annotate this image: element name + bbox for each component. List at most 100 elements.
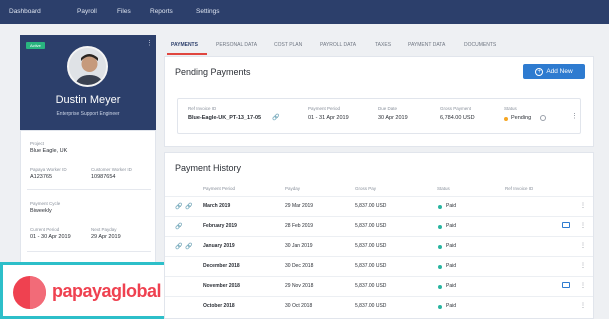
row-gross: 5,837.00 USD bbox=[355, 243, 387, 249]
row-menu-icon[interactable]: ⋮ bbox=[580, 302, 586, 309]
table-row[interactable]: October 2018 30 Oct 2018 5,837.00 USD Paid ⋮ bbox=[165, 296, 593, 316]
paid-dot-icon bbox=[438, 305, 442, 309]
table-row[interactable]: 🔗 February 2019 28 Feb 2019 5,837.00 USD Pai… bbox=[165, 216, 593, 236]
divider bbox=[27, 189, 151, 190]
link-icon[interactable]: 🔗 bbox=[272, 114, 279, 121]
link-icon[interactable]: 🔗 bbox=[175, 223, 182, 230]
row-payday: 30 Jan 2019 bbox=[285, 243, 313, 249]
nav-dashboard[interactable]: Dashboard bbox=[9, 8, 41, 15]
current-period-label: Current Period bbox=[30, 227, 60, 232]
papaya-logo-icon bbox=[13, 276, 46, 309]
customer-id-label: Customer Worker ID bbox=[91, 167, 132, 172]
header-gross: Gross Pay bbox=[355, 186, 377, 191]
row-menu-icon[interactable]: ⋮ bbox=[580, 282, 586, 289]
paid-dot-icon bbox=[438, 205, 442, 209]
row-gross: 5,837.00 USD bbox=[355, 303, 387, 309]
period-label: Payment Period bbox=[308, 106, 341, 111]
next-payday-value: 29 Apr 2019 bbox=[91, 234, 121, 240]
row-menu-icon[interactable]: ⋮ bbox=[580, 262, 586, 269]
tab-payments[interactable]: PAYMENTS bbox=[171, 42, 198, 48]
tab-personal-data[interactable]: PERSONAL DATA bbox=[216, 42, 257, 48]
link-icon[interactable]: 🔗 bbox=[185, 203, 192, 210]
row-status: Paid bbox=[446, 223, 457, 229]
row-menu-icon[interactable]: ⋮ bbox=[580, 202, 586, 209]
profile-name: Dustin Meyer bbox=[55, 94, 121, 106]
table-row[interactable]: 🔗 🔗 March 2019 29 Mar 2019 5,837.00 USD Paid ⋮ bbox=[165, 196, 593, 216]
profile-menu-icon[interactable]: ⋮ bbox=[146, 39, 153, 47]
plus-icon: + bbox=[535, 67, 544, 76]
paid-dot-icon bbox=[438, 245, 442, 249]
link-icon[interactable]: 🔗 bbox=[175, 243, 182, 250]
current-period-value: 01 - 30 Apr 2019 bbox=[30, 234, 71, 240]
link-icon[interactable]: 🔗 bbox=[185, 243, 192, 250]
row-status: Paid bbox=[446, 243, 457, 249]
papaya-id-value: A123765 bbox=[30, 174, 53, 180]
add-new-button[interactable]: + Add New bbox=[523, 64, 585, 79]
row-period: March 2019 bbox=[203, 203, 231, 209]
row-gross: 5,837.00 USD bbox=[355, 203, 387, 209]
link-icon[interactable]: 🔗 bbox=[175, 203, 182, 210]
paid-dot-icon bbox=[438, 265, 442, 269]
pending-title: Pending Payments bbox=[175, 67, 251, 77]
papaya-id-label: Papaya Worker ID bbox=[30, 167, 67, 172]
row-payday: 29 Nov 2018 bbox=[285, 283, 314, 289]
tab-cost-plan[interactable]: COST PLAN bbox=[274, 42, 302, 48]
brand-logo-text: papayaglobal bbox=[52, 281, 162, 301]
due-label: Due Date bbox=[378, 106, 398, 111]
pending-dot-icon bbox=[504, 117, 508, 121]
info-icon[interactable] bbox=[540, 115, 546, 121]
tab-payment-data[interactable]: PAYMENT DATA bbox=[408, 42, 445, 48]
nav-payroll[interactable]: Payroll bbox=[77, 8, 97, 15]
row-payday: 30 Dec 2018 bbox=[285, 263, 314, 269]
nav-settings[interactable]: Settings bbox=[196, 8, 220, 15]
ref-label: Ref Invoice ID bbox=[188, 106, 217, 111]
payment-history-panel: Payment History Payment Period Payday Gr… bbox=[164, 152, 594, 319]
cycle-value: Biweekly bbox=[30, 208, 52, 214]
tab-documents[interactable]: DOCUMENTS bbox=[464, 42, 496, 48]
header-payday: Payday bbox=[285, 186, 301, 191]
add-new-label: Add New bbox=[546, 68, 573, 75]
cycle-label: Payment Cycle bbox=[30, 201, 61, 206]
row-period: February 2019 bbox=[203, 223, 237, 229]
nav-reports[interactable]: Reports bbox=[150, 8, 173, 15]
header-period: Payment Period bbox=[203, 186, 236, 191]
active-tab-indicator bbox=[167, 53, 207, 55]
history-title: Payment History bbox=[175, 163, 242, 173]
row-menu-icon[interactable]: ⋮ bbox=[580, 222, 586, 229]
header-status: Status bbox=[437, 186, 450, 191]
row-payday: 28 Feb 2019 bbox=[285, 223, 314, 229]
tab-taxes[interactable]: TAXES bbox=[375, 42, 391, 48]
ref-value[interactable]: Blue-Eagle-UK_PT-13_17-05 bbox=[188, 115, 261, 121]
row-status: Paid bbox=[446, 263, 457, 269]
row-period: January 2019 bbox=[203, 243, 235, 249]
nav-files[interactable]: Files bbox=[117, 8, 131, 15]
table-row[interactable]: December 2018 30 Dec 2018 5,837.00 USD Paid… bbox=[165, 256, 593, 276]
status-label: Status bbox=[504, 106, 517, 111]
tab-bar: PAYMENTS PERSONAL DATA COST PLAN PAYROLL… bbox=[164, 35, 594, 55]
period-value: 01 - 31 Apr 2019 bbox=[308, 115, 349, 121]
status-value: Pending bbox=[511, 115, 532, 121]
row-status: Paid bbox=[446, 283, 457, 289]
table-row[interactable]: 🔗 🔗 January 2019 30 Jan 2019 5,837.00 USD Pai… bbox=[165, 236, 593, 256]
row-menu-icon[interactable]: ⋮ bbox=[580, 242, 586, 249]
table-row[interactable]: November 2018 29 Nov 2018 5,837.00 USD Paid… bbox=[165, 276, 593, 296]
due-value: 30 Apr 2019 bbox=[378, 115, 408, 121]
payment-menu-icon[interactable]: ⋮ bbox=[571, 112, 578, 120]
project-label: Project bbox=[30, 141, 45, 146]
tab-payroll-data[interactable]: PAYROLL DATA bbox=[320, 42, 356, 48]
profile-role: Enterprise Support Engineer bbox=[56, 111, 120, 117]
next-payday-label: Next Payday bbox=[91, 227, 117, 232]
row-gross: 5,837.00 USD bbox=[355, 223, 387, 229]
row-status: Paid bbox=[446, 203, 457, 209]
brand-logo-box: papayaglobal bbox=[0, 262, 186, 319]
pending-payments-panel: Pending Payments + Add New Ref Invoice I… bbox=[164, 56, 594, 147]
comment-icon[interactable] bbox=[562, 282, 570, 288]
row-payday: 30 Oct 2018 bbox=[285, 303, 313, 309]
pending-payment-card[interactable]: Ref Invoice ID Blue-Eagle-UK_PT-13_17-05… bbox=[177, 98, 581, 134]
comment-icon[interactable] bbox=[562, 222, 570, 228]
status-badge: Active bbox=[26, 42, 45, 49]
row-gross: 5,837.00 USD bbox=[355, 263, 387, 269]
gross-label: Gross Payment bbox=[440, 106, 472, 111]
paid-dot-icon bbox=[438, 285, 442, 289]
row-period: December 2018 bbox=[203, 263, 240, 269]
